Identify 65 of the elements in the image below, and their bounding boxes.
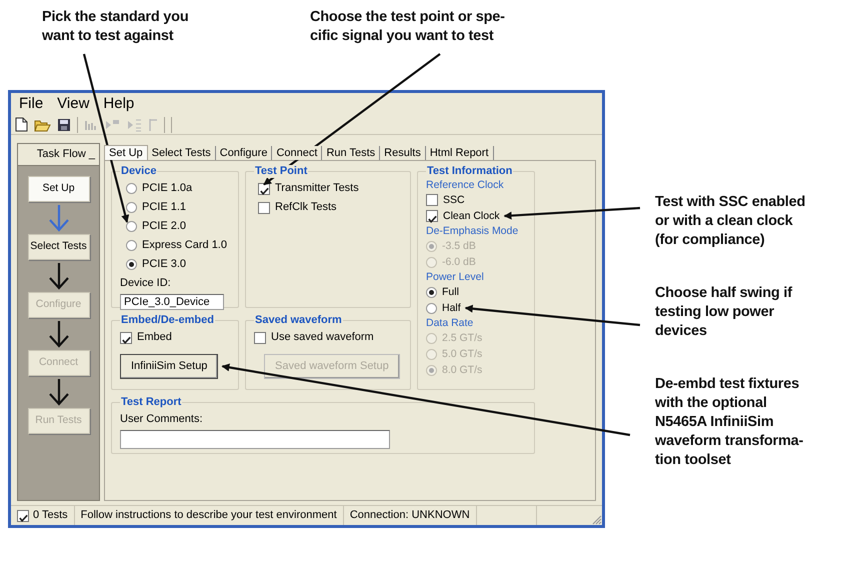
status-text: Follow instructions to describe your test environment (74, 506, 344, 525)
down-arrow-icon (46, 202, 70, 232)
checkbox[interactable] (426, 194, 438, 206)
option-label: -3.5 dB (442, 239, 476, 254)
step-button[interactable]: Set Up (28, 176, 90, 202)
radio-button[interactable] (126, 259, 137, 270)
option-label: PCIE 3.0 (142, 257, 186, 272)
option-label: RefClk Tests (275, 200, 337, 215)
panel-title: Task Flow (36, 148, 87, 160)
radio-button[interactable] (126, 183, 137, 194)
callout-text: Choose the test point or spe- cific signal you want to test (310, 8, 505, 46)
option-label: Transmitter Tests (275, 181, 359, 196)
option-label: 5.0 GT/s (442, 347, 482, 362)
option-label: Clean Clock (443, 209, 500, 224)
down-arrow-icon (46, 260, 70, 290)
device-id-field[interactable]: PCIe_3.0_Device (120, 294, 224, 310)
comments-field[interactable] (120, 430, 390, 449)
checkbox[interactable] (254, 332, 266, 344)
down-arrow-icon (46, 318, 70, 348)
callout-text: Test with SSC enabled or with a clean clock (for compliance) (655, 193, 806, 250)
checkbox[interactable] (258, 182, 270, 194)
checkbox[interactable] (426, 210, 438, 222)
new-file-icon[interactable] (15, 117, 28, 132)
callout-text: De-embd test fixtures with the optional N5465A InfiniiSim waveform transforma- tion toolset (655, 375, 804, 470)
section-title: De-Emphasis Mode (426, 224, 520, 238)
field-label: Device ID: (120, 276, 172, 291)
minimize-button[interactable]: _ (88, 148, 95, 160)
menu-item[interactable]: Help (103, 95, 134, 113)
option-label: PCIE 1.0a (142, 181, 192, 196)
tab[interactable]: Set Up (104, 145, 148, 160)
section-title: Power Level (426, 270, 485, 284)
checkbox[interactable] (120, 332, 132, 344)
checkbox[interactable] (17, 510, 29, 522)
checkbox[interactable] (258, 202, 270, 214)
section-title: Data Rate (426, 316, 474, 330)
radio-button[interactable] (426, 286, 437, 298)
save-icon[interactable] (57, 118, 71, 132)
open-folder-icon[interactable] (34, 118, 51, 132)
option-label: Full (442, 285, 459, 300)
radio-button[interactable] (126, 202, 137, 213)
radio-button[interactable] (426, 302, 437, 314)
radio-button[interactable] (126, 240, 137, 251)
setup-button[interactable]: InfiniiSim Setup (120, 354, 218, 378)
callout-text: Choose half swing if testing low power devices (655, 284, 794, 341)
option-label: 2.5 GT/s (442, 331, 482, 346)
field-label: User Comments: (120, 412, 204, 427)
option-label: Use saved waveform (271, 330, 374, 345)
option-label: -6.0 dB (442, 255, 476, 270)
option-label: Embed (137, 330, 172, 345)
group-title: Test Point (254, 165, 308, 178)
group-title: Test Report (120, 396, 182, 409)
option-label: PCIE 1.1 (142, 200, 186, 215)
callout-text: Pick the standard you want to test against (42, 8, 190, 46)
down-arrow-icon (46, 376, 70, 406)
radio-button[interactable] (126, 221, 137, 232)
option-label: Express Card 1.0 (142, 238, 227, 253)
option-label: PCIE 2.0 (142, 219, 186, 234)
section-title: Reference Clock (426, 178, 505, 192)
option-label: Half (442, 301, 461, 316)
resize-grip-icon[interactable] (590, 513, 602, 525)
status-text: Connection: UNKNOWN (344, 506, 477, 525)
option-label: 8.0 GT/s (442, 363, 482, 378)
option-label: SSC (443, 193, 465, 208)
step-button[interactable]: Select Tests (28, 234, 90, 260)
status-text: 0 Tests (33, 508, 68, 524)
